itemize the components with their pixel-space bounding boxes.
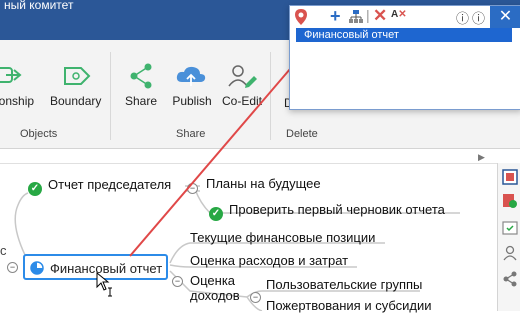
- location-pin-icon[interactable]: [294, 8, 308, 26]
- popup-selected-item[interactable]: Финансовый отчет: [296, 28, 512, 42]
- spellcheck-icon[interactable]: A✕: [391, 9, 407, 20]
- popup-toolbar: + | ✕ A✕ ⓘ ⓘ ✕: [290, 6, 520, 28]
- topic-tree-icon[interactable]: [348, 9, 364, 25]
- close-icon[interactable]: ✕: [490, 6, 520, 28]
- add-icon[interactable]: +: [330, 6, 341, 27]
- info-icon[interactable]: ⓘ: [472, 8, 485, 27]
- help-icon[interactable]: ⓘ: [456, 8, 469, 27]
- mouse-cursor-icon: [96, 272, 112, 297]
- link-popup: + | ✕ A✕ ⓘ ⓘ ✕ Финансовый отчет: [289, 5, 520, 110]
- toolbar-divider: |: [366, 7, 370, 23]
- delete-icon[interactable]: ✕: [373, 6, 387, 26]
